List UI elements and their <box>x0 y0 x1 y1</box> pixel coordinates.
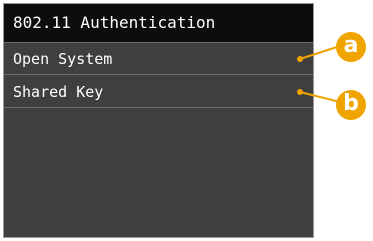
callout-line-a <box>299 45 341 60</box>
callout-line-b <box>299 91 341 103</box>
callout-badge-b: b <box>336 90 366 120</box>
callout-lines <box>297 45 341 103</box>
callout-dot-b <box>297 89 303 95</box>
callout-dot-a <box>297 56 303 62</box>
callout-badge-a: a <box>336 32 366 62</box>
